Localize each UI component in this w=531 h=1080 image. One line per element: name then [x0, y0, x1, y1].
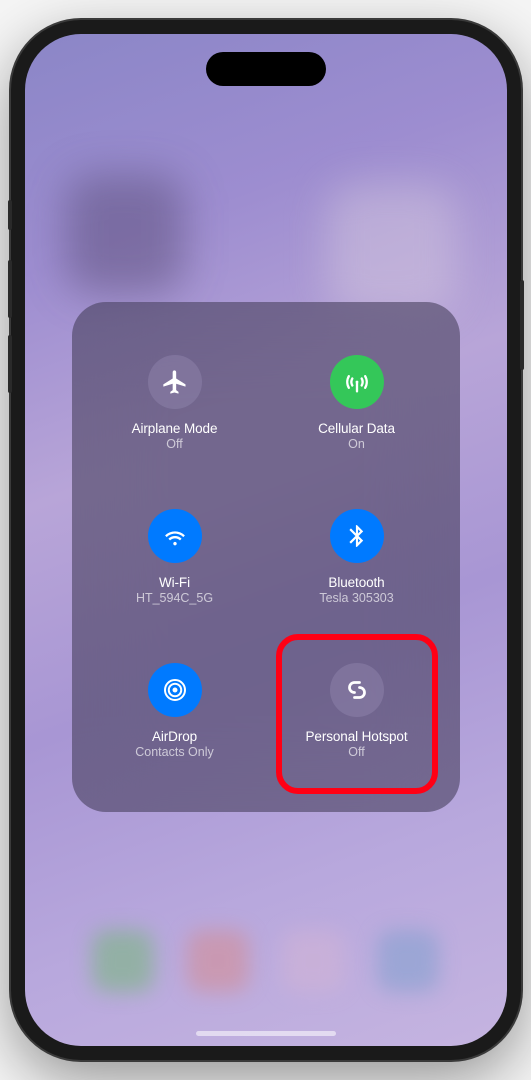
mute-switch [8, 200, 12, 230]
wifi-title: Wi-Fi [159, 575, 190, 590]
screen: Airplane Mode Off Cellular Data On [25, 34, 507, 1046]
home-indicator[interactable] [196, 1031, 336, 1036]
airdrop-status: Contacts Only [135, 745, 214, 759]
hotspot-title: Personal Hotspot [306, 729, 408, 744]
cellular-title: Cellular Data [318, 421, 395, 436]
power-button [520, 280, 524, 370]
phone-frame: Airplane Mode Off Cellular Data On [11, 20, 521, 1060]
wifi-icon [148, 509, 202, 563]
cellular-data-tile[interactable]: Cellular Data On [268, 328, 446, 478]
bluetooth-title: Bluetooth [328, 575, 384, 590]
airdrop-icon [148, 663, 202, 717]
airplane-status: Off [166, 437, 182, 451]
dynamic-island [206, 52, 326, 86]
wifi-tile[interactable]: Wi-Fi HT_594C_5G [86, 482, 264, 632]
wifi-status: HT_594C_5G [136, 591, 213, 605]
bluetooth-icon [330, 509, 384, 563]
personal-hotspot-tile[interactable]: Personal Hotspot Off [268, 636, 446, 786]
hotspot-icon [330, 663, 384, 717]
bluetooth-status: Tesla 305303 [319, 591, 393, 605]
airplane-mode-tile[interactable]: Airplane Mode Off [86, 328, 264, 478]
airdrop-tile[interactable]: AirDrop Contacts Only [86, 636, 264, 786]
cellular-status: On [348, 437, 365, 451]
airdrop-title: AirDrop [152, 729, 197, 744]
airplane-title: Airplane Mode [132, 421, 218, 436]
cellular-icon [330, 355, 384, 409]
bluetooth-tile[interactable]: Bluetooth Tesla 305303 [268, 482, 446, 632]
volume-down-button [8, 335, 12, 393]
hotspot-status: Off [348, 745, 364, 759]
volume-up-button [8, 260, 12, 318]
connectivity-control-panel: Airplane Mode Off Cellular Data On [72, 302, 460, 812]
airplane-icon [148, 355, 202, 409]
